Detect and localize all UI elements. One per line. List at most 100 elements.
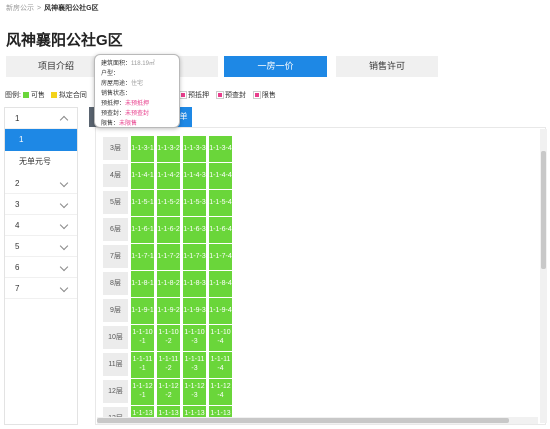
sidebar-building-4[interactable]: 4 [5, 215, 77, 236]
unit-cell[interactable]: 1-1-6-1 [131, 217, 155, 243]
legend-item-label: 预查封 [224, 92, 246, 99]
unit-cell[interactable]: 1-1-3-3 [183, 136, 207, 162]
unit-cell[interactable]: 1-1-6-3 [183, 217, 207, 243]
unit-cell[interactable]: 1-1-10-4 [209, 325, 233, 351]
breadcrumb-parent-link[interactable]: 新房公示 [6, 5, 34, 12]
legend-item-limited: 限售 [252, 90, 276, 100]
legend-swatch-pink [215, 91, 224, 99]
tooltip-type: 户型： [101, 69, 173, 79]
floor-label: 3层 [103, 137, 128, 160]
unit-cell[interactable]: 1-1-3-1 [131, 136, 155, 162]
sidebar-unit-none[interactable]: 无单元号 [5, 151, 77, 173]
unit-cell[interactable]: 1-1-8-3 [183, 271, 207, 297]
unit-cell[interactable]: 1-1-7-4 [209, 244, 233, 270]
tooltip-mortgage: 预抵押：未预抵押 [101, 99, 173, 109]
sidebar-building-1[interactable]: 1 [5, 108, 77, 129]
unit-cell[interactable]: 1-1-5-1 [131, 190, 155, 216]
tooltip-seal: 预查封：未预查封 [101, 109, 173, 119]
scrollbar-thumb[interactable] [541, 151, 546, 269]
unit-cell[interactable]: 1-1-7-2 [157, 244, 181, 270]
unit-cell[interactable]: 1-1-5-3 [183, 190, 207, 216]
tab-sales-permit[interactable]: 销售许可 [336, 56, 438, 77]
sidebar-unit-1[interactable]: 1 [5, 129, 77, 151]
unit-cell[interactable]: 1-1-6-2 [157, 217, 181, 243]
unit-cell[interactable]: 1-1-11-2 [157, 352, 181, 378]
unit-cell[interactable]: 1-1-11-3 [183, 352, 207, 378]
legend-swatch-yellow [50, 92, 57, 99]
chevron-down-icon [59, 262, 69, 272]
floor-row: 12层 1-1-12-1 1-1-12-2 1-1-12-3 1-1-12-4 [103, 379, 243, 405]
tab-project-intro[interactable]: 项目介绍 [6, 56, 106, 77]
floor-row: 11层 1-1-11-1 1-1-11-2 1-1-11-3 1-1-11-4 [103, 352, 243, 378]
unit-cell[interactable]: 1-1-8-2 [157, 271, 181, 297]
sidebar-building-label: 7 [15, 284, 20, 293]
chevron-down-icon [59, 199, 69, 209]
sidebar-building-5[interactable]: 5 [5, 236, 77, 257]
unit-cell[interactable]: 1-1-4-3 [183, 163, 207, 189]
floor-grid: 3层 1-1-3-1 1-1-3-2 1-1-3-3 1-1-3-4 4层 1-1-4-1 1… [95, 127, 546, 425]
floor-label: 6层 [103, 218, 128, 241]
sidebar-building-2[interactable]: 2 [5, 173, 77, 194]
breadcrumb-current: 风神襄阳公社G区 [44, 5, 99, 12]
unit-cell[interactable]: 1-1-4-1 [131, 163, 155, 189]
unit-cell[interactable]: 1-1-11-4 [209, 352, 233, 378]
unit-cell[interactable]: 1-1-8-4 [209, 271, 233, 297]
chevron-up-icon [59, 115, 69, 125]
tooltip-label: 预查封： [101, 111, 126, 117]
legend-item-available: 可售 [22, 90, 45, 100]
unit-cell[interactable]: 1-1-7-3 [183, 244, 207, 270]
unit-cell[interactable]: 1-1-8-1 [131, 271, 155, 297]
unit-cell[interactable]: 1-1-9-4 [209, 298, 233, 324]
unit-cell[interactable]: 1-1-12-4 [209, 379, 233, 405]
unit-cell[interactable]: 1-1-5-2 [157, 190, 181, 216]
unit-cell[interactable]: 1-1-9-2 [157, 298, 181, 324]
unit-cell[interactable]: 1-1-12-2 [157, 379, 181, 405]
building-sidebar: 1 1 无单元号 2 3 4 5 6 7 [4, 107, 78, 425]
sidebar-building-label: 3 [15, 200, 20, 209]
unit-cell[interactable]: 1-1-12-3 [183, 379, 207, 405]
unit-cell[interactable]: 1-1-5-4 [209, 190, 233, 216]
tooltip-area: 建筑面积：118.19㎡ [101, 59, 173, 69]
sidebar-building-label: 5 [15, 242, 20, 251]
page-title: 风神襄阳公社G区 [6, 32, 123, 49]
legend-item-label: 预抵押 [188, 92, 209, 99]
unit-cell[interactable]: 1-1-4-2 [157, 163, 181, 189]
tab-price-list[interactable]: 一房一价 [224, 56, 327, 77]
unit-cell[interactable]: 1-1-9-3 [183, 298, 207, 324]
floor-row: 9层 1-1-9-1 1-1-9-2 1-1-9-3 1-1-9-4 [103, 298, 243, 324]
unit-cell[interactable]: 1-1-7-1 [131, 244, 155, 270]
tooltip-label: 建筑面积： [101, 61, 132, 67]
legend-item-label: 可售 [30, 92, 45, 100]
horizontal-scrollbar[interactable] [97, 417, 538, 424]
sidebar-building-6[interactable]: 6 [5, 257, 77, 278]
unit-cell[interactable]: 1-1-9-1 [131, 298, 155, 324]
floor-label: 7层 [103, 245, 128, 268]
unit-cell[interactable]: 1-1-11-1 [131, 352, 155, 378]
unit-cell[interactable]: 1-1-12-1 [131, 379, 155, 405]
unit-tooltip: 建筑面积：118.19㎡ 户型： 房屋用途：住宅 销售状态： 预抵押：未预抵押 … [94, 54, 180, 128]
sidebar-building-7[interactable]: 7 [5, 278, 77, 299]
unit-cell[interactable]: 1-1-6-4 [209, 217, 233, 243]
legend-item-label: 限售 [261, 92, 276, 99]
scrollbar-thumb[interactable] [97, 418, 509, 423]
floor-row: 3层 1-1-3-1 1-1-3-2 1-1-3-3 1-1-3-4 [103, 136, 243, 162]
unit-cell[interactable]: 1-1-3-4 [209, 136, 233, 162]
unit-cell[interactable]: 1-1-3-2 [157, 136, 181, 162]
unit-cell[interactable]: 1-1-10-1 [131, 325, 155, 351]
tooltip-status: 销售状态： [101, 89, 173, 99]
legend-item-label: 拟定合同 [58, 92, 87, 100]
tooltip-label: 房屋用途： [101, 81, 132, 87]
unit-cell[interactable]: 1-1-10-2 [157, 325, 181, 351]
tooltip-value: 118.19㎡ [131, 61, 155, 67]
sidebar-building-label: 2 [15, 179, 20, 188]
tooltip-label: 限售： [101, 121, 120, 127]
unit-cell[interactable]: 1-1-4-4 [209, 163, 233, 189]
legend: 图例: 可售 拟定合同 [5, 90, 91, 100]
sidebar-building-3[interactable]: 3 [5, 194, 77, 215]
vertical-scrollbar[interactable] [540, 129, 547, 423]
legend-label: 图例: [5, 92, 21, 99]
chevron-down-icon [59, 241, 69, 251]
legend-swatch-pink [252, 91, 261, 99]
tooltip-value: 未限售 [119, 121, 138, 127]
unit-cell[interactable]: 1-1-10-3 [183, 325, 207, 351]
